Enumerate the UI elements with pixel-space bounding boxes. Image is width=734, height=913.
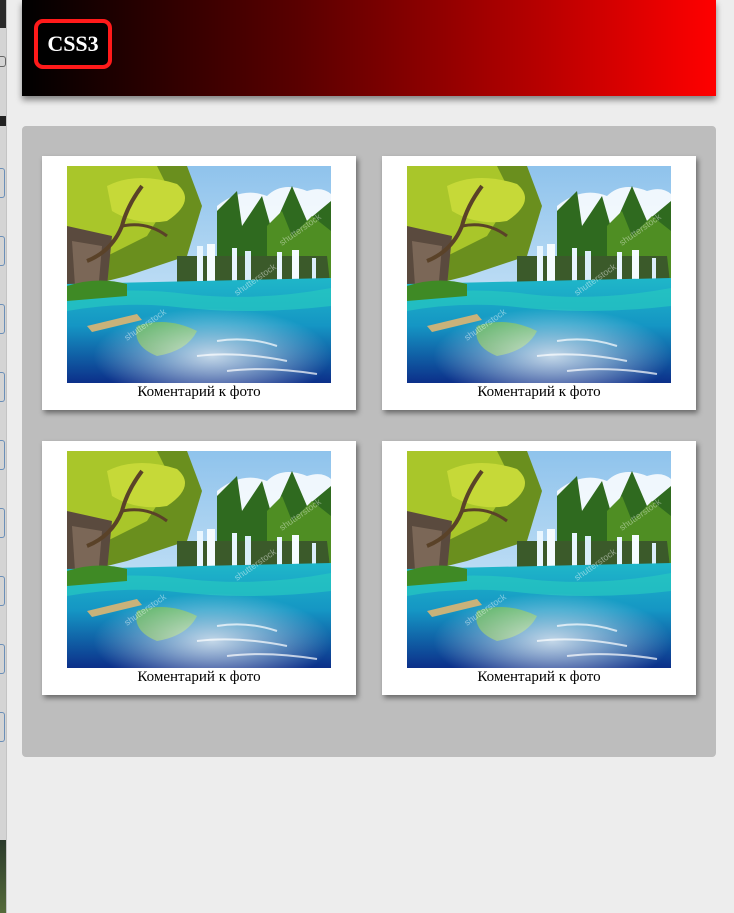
edge-tab-marker[interactable] bbox=[0, 168, 5, 198]
site-header: CSS3 bbox=[22, 0, 716, 96]
photo-caption: Коментарий к фото bbox=[137, 669, 261, 685]
css3-logo[interactable]: CSS3 bbox=[34, 19, 112, 69]
edge-search-glyph bbox=[0, 56, 6, 67]
edge-tab-marker[interactable] bbox=[0, 236, 5, 266]
waterfall-lake-photo[interactable]: shutterstock shutterstock shutterstock bbox=[407, 451, 671, 668]
edge-tab-marker[interactable] bbox=[0, 712, 5, 742]
waterfall-lake-photo[interactable]: shutterstock shutterstock shutterstock bbox=[67, 451, 331, 668]
waterfall-lake-photo[interactable]: shutterstock shutterstock shutterstock bbox=[407, 166, 671, 383]
edge-tab-marker[interactable] bbox=[0, 304, 5, 334]
photo-card[interactable]: shutterstock shutterstock shutterstock К… bbox=[42, 441, 356, 695]
photo-card[interactable]: shutterstock shutterstock shutterstock К… bbox=[382, 156, 696, 410]
photo-card[interactable]: shutterstock shutterstock shutterstock К… bbox=[42, 156, 356, 410]
left-window-edge bbox=[0, 0, 7, 913]
edge-tab-marker[interactable] bbox=[0, 372, 5, 402]
photo-gallery: shutterstock shutterstock shutterstock К… bbox=[22, 126, 716, 757]
photo-card[interactable]: shutterstock shutterstock shutterstock К… bbox=[382, 441, 696, 695]
edge-text-glyph bbox=[0, 116, 6, 126]
page: CSS3 shutterstock shutterstock shutterst… bbox=[0, 0, 734, 913]
edge-tab-marker[interactable] bbox=[0, 644, 5, 674]
edge-dark-block bbox=[0, 0, 6, 28]
edge-tab-marker[interactable] bbox=[0, 508, 5, 538]
waterfall-lake-photo[interactable]: shutterstock shutterstock shutterstock bbox=[67, 166, 331, 383]
edge-image-fragment bbox=[0, 840, 6, 913]
photo-caption: Коментарий к фото bbox=[137, 384, 261, 400]
photo-caption: Коментарий к фото bbox=[477, 669, 601, 685]
edge-tab-marker[interactable] bbox=[0, 576, 5, 606]
edge-tab-marker[interactable] bbox=[0, 440, 5, 470]
photo-caption: Коментарий к фото bbox=[477, 384, 601, 400]
